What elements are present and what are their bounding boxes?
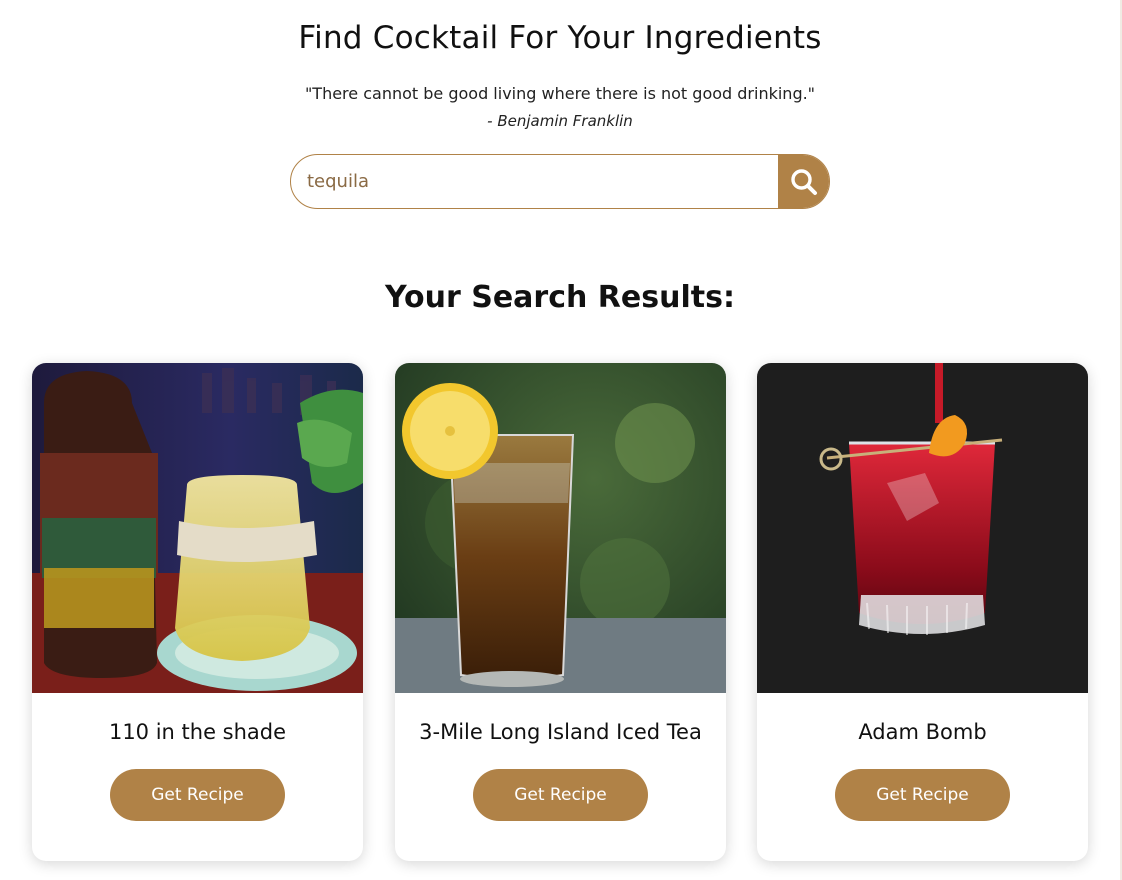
cocktail-name: Adam Bomb	[858, 720, 987, 744]
search-input[interactable]	[291, 155, 778, 208]
search-icon	[790, 168, 817, 195]
cocktail-card: Adam Bomb Get Recipe	[757, 363, 1088, 861]
quote-author: - Benjamin Franklin	[487, 112, 633, 130]
page: Find Cocktail For Your Ingredients "Ther…	[0, 0, 1122, 880]
cocktail-card: 3-Mile Long Island Iced Tea Get Recipe	[395, 363, 726, 861]
get-recipe-button[interactable]: Get Recipe	[110, 769, 285, 821]
cocktail-name: 110 in the shade	[108, 720, 287, 744]
get-recipe-button[interactable]: Get Recipe	[835, 769, 1010, 821]
results-title: Your Search Results:	[385, 280, 735, 315]
cocktail-image	[757, 363, 1088, 693]
cocktail-card: 110 in the shade Get Recipe	[32, 363, 363, 861]
search-button[interactable]	[778, 155, 829, 208]
cocktail-image	[395, 363, 726, 693]
cocktail-image	[32, 363, 363, 693]
cocktail-name: 3-Mile Long Island Iced Tea	[419, 720, 702, 744]
search-bar	[290, 154, 830, 209]
page-title: Find Cocktail For Your Ingredients	[298, 20, 822, 56]
results-grid: 110 in the shade Get Recipe 3-Mile Long …	[32, 363, 1088, 861]
quote-text: "There cannot be good living where there…	[304, 84, 816, 103]
get-recipe-button[interactable]: Get Recipe	[473, 769, 648, 821]
